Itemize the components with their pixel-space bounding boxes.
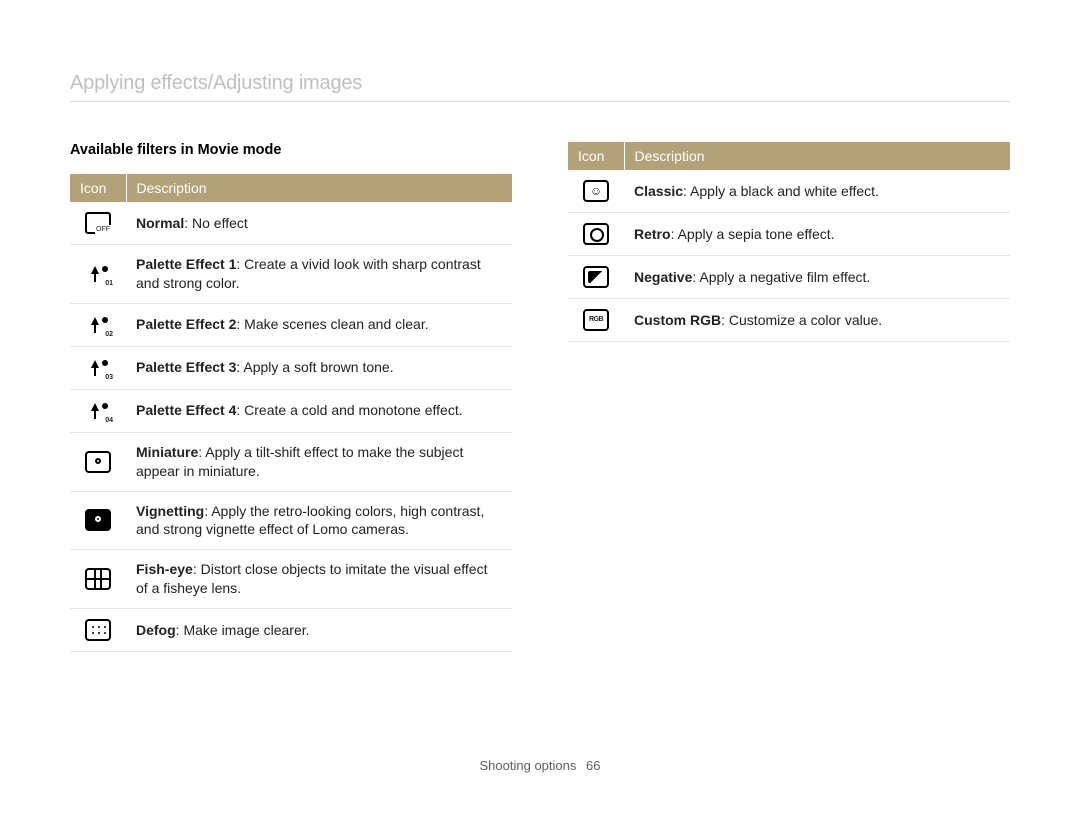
filters-table-left: Icon Description Normal: No effect 01 Pa… <box>70 174 512 652</box>
col-header-description: Description <box>126 174 512 202</box>
table-row: Vignetting: Apply the retro-looking colo… <box>70 491 512 550</box>
filter-name: Normal <box>136 215 184 231</box>
filter-text: : Apply a negative film effect. <box>692 269 870 285</box>
retro-icon <box>583 223 609 245</box>
filter-name: Miniature <box>136 444 198 460</box>
col-header-description: Description <box>624 142 1010 170</box>
vignetting-icon <box>85 509 111 531</box>
table-row: Classic: Apply a black and white effect. <box>568 170 1010 213</box>
filter-name: Palette Effect 4 <box>136 402 236 418</box>
filter-text: : Apply a sepia tone effect. <box>671 226 835 242</box>
filter-name: Palette Effect 3 <box>136 359 236 375</box>
custom-rgb-icon <box>583 309 609 331</box>
normal-off-icon <box>85 212 111 234</box>
filter-text: : Create a cold and monotone effect. <box>236 402 462 418</box>
footer-section: Shooting options <box>480 758 577 773</box>
negative-icon <box>583 266 609 288</box>
col-header-icon: Icon <box>568 142 624 170</box>
filter-name: Vignetting <box>136 503 204 519</box>
filter-name: Negative <box>634 269 692 285</box>
palette-3-icon: 03 <box>85 357 111 379</box>
filter-name: Retro <box>634 226 671 242</box>
table-row: 01 Palette Effect 1: Create a vivid look… <box>70 245 512 304</box>
left-column: Available filters in Movie mode Icon Des… <box>70 142 512 652</box>
table-row: Fish-eye: Distort close objects to imita… <box>70 550 512 609</box>
page-title: Applying effects/Adjusting images <box>70 72 1010 102</box>
filter-name: Fish-eye <box>136 561 193 577</box>
filter-text: : Apply a black and white effect. <box>683 183 879 199</box>
right-column: Icon Description Classic: Apply a black … <box>568 142 1010 652</box>
table-row: Negative: Apply a negative film effect. <box>568 256 1010 299</box>
section-heading: Available filters in Movie mode <box>70 142 512 158</box>
table-row: Retro: Apply a sepia tone effect. <box>568 213 1010 256</box>
classic-icon <box>583 180 609 202</box>
palette-1-icon: 01 <box>85 263 111 285</box>
defog-icon <box>85 619 111 641</box>
filter-name: Defog <box>136 622 176 638</box>
col-header-icon: Icon <box>70 174 126 202</box>
filter-name: Palette Effect 2 <box>136 316 236 332</box>
filter-text: : No effect <box>184 215 248 231</box>
miniature-icon <box>85 451 111 473</box>
filter-text: : Make scenes clean and clear. <box>236 316 428 332</box>
fisheye-icon <box>85 568 111 590</box>
filter-text: : Apply a soft brown tone. <box>236 359 393 375</box>
filters-table-right: Icon Description Classic: Apply a black … <box>568 142 1010 342</box>
filter-name: Palette Effect 1 <box>136 256 236 272</box>
table-row: Defog: Make image clearer. <box>70 609 512 652</box>
filter-text: : Make image clearer. <box>176 622 310 638</box>
palette-4-icon: 04 <box>85 400 111 422</box>
footer-page-number: 66 <box>586 758 600 773</box>
filter-text: : Customize a color value. <box>721 312 882 328</box>
table-row: Miniature: Apply a tilt-shift effect to … <box>70 432 512 491</box>
page-footer: Shooting options 66 <box>0 758 1080 773</box>
table-row: 03 Palette Effect 3: Apply a soft brown … <box>70 346 512 389</box>
filter-name: Custom RGB <box>634 312 721 328</box>
palette-2-icon: 02 <box>85 314 111 336</box>
table-row: 02 Palette Effect 2: Make scenes clean a… <box>70 303 512 346</box>
table-row: Custom RGB: Customize a color value. <box>568 299 1010 342</box>
filter-name: Classic <box>634 183 683 199</box>
content-columns: Available filters in Movie mode Icon Des… <box>70 142 1010 652</box>
table-row: Normal: No effect <box>70 202 512 245</box>
table-row: 04 Palette Effect 4: Create a cold and m… <box>70 389 512 432</box>
